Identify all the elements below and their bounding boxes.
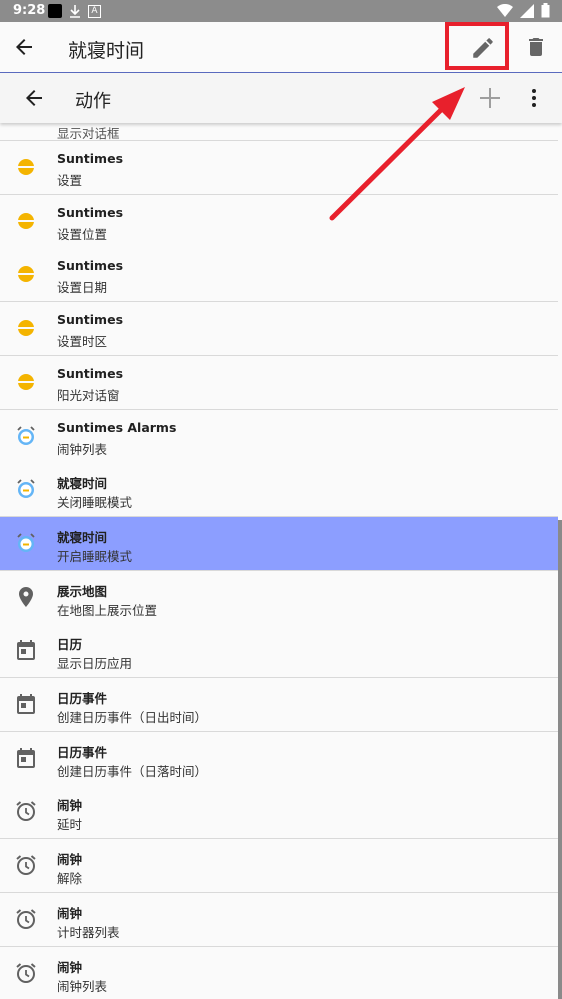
arrow-left-icon[interactable] [22,86,46,110]
list-item[interactable]: 就寝时间关闭睡眠模式 [0,463,558,517]
status-time: 9:28 [13,3,46,18]
list-item[interactable]: Suntimes 设置位置 [0,195,558,249]
list-item-subtitle: 阳光对话窗 [57,388,120,403]
list-item-title: Suntimes [57,366,124,381]
list-item-subtitle: 闹钟列表 [57,442,108,457]
calendar-icon [14,692,38,716]
alarm-clock-icon [14,853,38,877]
list-item[interactable]: Suntimes 设置时区 [0,302,558,356]
list-item-subtitle: 闹钟列表 [57,979,108,994]
alarm-clock-icon [14,799,38,823]
list-item-subtitle: 计时器列表 [57,925,120,940]
list-item-subtitle: 创建日历事件（日落时间） [57,764,208,779]
list-item-subtitle: 开启睡眠模式 [57,549,133,564]
list-item-title: Suntimes [57,205,124,220]
list-item[interactable]: 日历事件创建日历事件（日出时间） [0,678,558,732]
list-item-subtitle: 设置时区 [57,334,108,349]
list-item-title: 就寝时间 [57,476,108,491]
list-item[interactable]: Suntimes Alarms 闹钟列表 [0,410,558,464]
list-item-title: Suntimes [57,151,124,166]
list-item-subtitle: 显示对话框 [57,126,120,141]
calendar-icon [14,638,38,662]
list-item-title: 闹钟 [57,906,83,921]
list-item-subtitle: 设置日期 [57,280,108,295]
sun-icon [14,316,38,340]
list-item[interactable]: 闹钟 解除 [0,839,558,893]
download-icon [70,5,80,18]
battery-icon [541,3,550,18]
list-item[interactable]: 闹钟 闹钟列表 [0,947,558,999]
plus-icon[interactable] [478,86,502,110]
sun-icon [14,370,38,394]
list-item-title: 就寝时间 [57,530,108,545]
list-item-subtitle: 设置位置 [57,227,108,242]
list-item[interactable]: 日历 显示日历应用 [0,624,558,678]
list-item-title: 日历事件 [57,691,108,706]
sun-icon [14,155,38,179]
annotation-highlight-box [445,22,509,70]
list-item-subtitle: 在地图上展示位置 [57,603,158,618]
list-item-subtitle: 显示日历应用 [57,656,133,671]
list-item[interactable]: Suntimes 阳光对话窗 [0,356,558,410]
list-item-title: 日历 [57,637,83,652]
list-item-title: 闹钟 [57,798,83,813]
list-item[interactable]: 闹钟 延时 [0,785,558,839]
list-item-title: 闹钟 [57,852,83,867]
list-item[interactable]: 日历事件创建日历事件（日落时间） [0,732,558,786]
list-item-subtitle: 关闭睡眠模式 [57,495,133,510]
list-item-title: 展示地图 [57,584,108,599]
cellular-signal-icon [520,3,534,18]
app-notification-icon [48,4,62,18]
alarm-app-icon [14,424,38,448]
more-vert-icon[interactable] [522,86,546,110]
list-item[interactable]: Suntimes 设置 [0,141,558,195]
list-item[interactable]: 闹钟 计时器列表 [0,893,558,947]
alarm-app-icon [14,477,38,501]
list-item-title: 闹钟 [57,960,83,975]
toolbar-title: 动作 [75,91,111,112]
wifi-icon [497,3,513,17]
list-item-partial[interactable]: 显示对话框 [0,123,558,141]
trash-icon[interactable] [524,35,548,59]
actions-toolbar: 动作 [0,73,562,123]
calendar-icon [14,746,38,770]
list-item-subtitle: 延时 [57,817,83,832]
alarm-clock-icon [14,907,38,931]
arrow-left-icon[interactable] [12,35,36,59]
action-list: 显示对话框 Suntimes 设置 Suntimes 设置位置 Suntimes 设置日期… [0,123,562,999]
list-item-subtitle: 设置 [57,173,83,188]
alarm-app-icon [14,531,38,555]
list-item[interactable]: 就寝时间开启睡眠模式 [0,517,558,571]
alarm-clock-icon [14,961,38,985]
sun-icon [14,209,38,233]
system-icons [497,3,550,18]
list-item-title: Suntimes [57,258,124,273]
list-item-title: 日历事件 [57,745,108,760]
scrollbar[interactable] [558,520,562,999]
sun-icon [14,262,38,286]
list-item-title: Suntimes Alarms [57,420,177,435]
list-item[interactable]: Suntimes 设置日期 [0,248,558,302]
a-notification-icon: A [88,4,101,18]
list-item[interactable]: 展示地图在地图上展示位置 [0,571,558,625]
notification-icons: A [48,4,101,18]
list-item-subtitle: 解除 [57,871,83,886]
status-bar: 9:28 A [0,0,562,22]
list-item-title: Suntimes [57,312,124,327]
list-item-subtitle: 创建日历事件（日出时间） [57,710,208,725]
location-pin-icon [14,585,38,609]
page-title: 就寝时间 [68,40,145,62]
